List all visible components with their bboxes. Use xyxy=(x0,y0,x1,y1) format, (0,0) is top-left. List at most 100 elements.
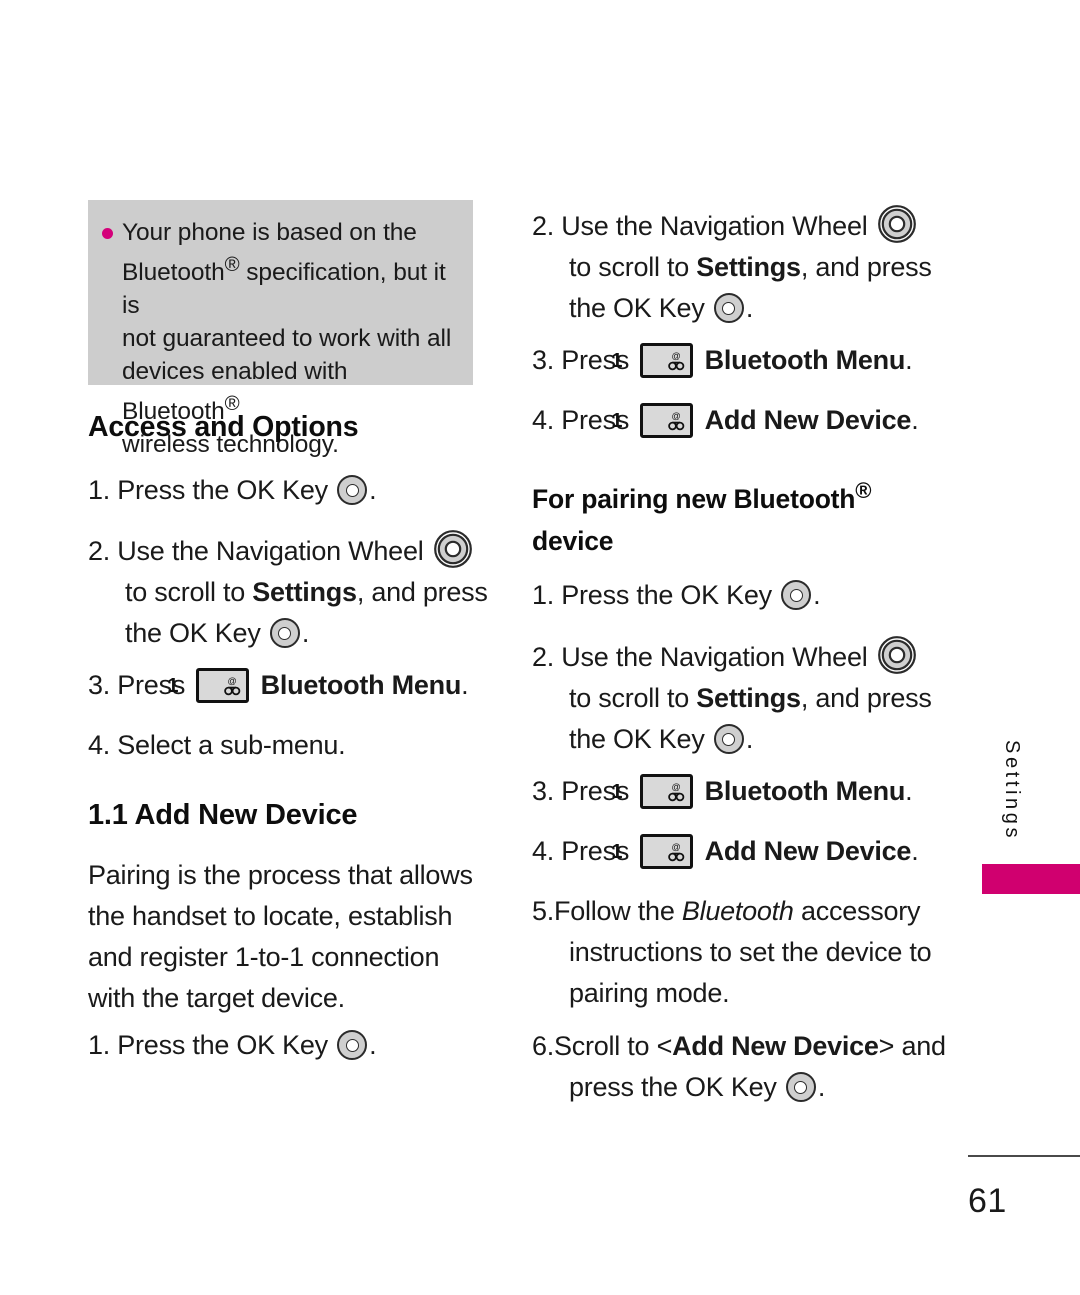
step-period: . xyxy=(301,618,310,648)
ok-key-icon xyxy=(337,1030,368,1060)
step-text-b: to scroll to xyxy=(569,683,697,713)
step-number: 4. xyxy=(532,836,555,866)
right-pairing-step-4: 4. Press 1 @ Add New Device. xyxy=(532,831,969,872)
step-text: Press the OK Key xyxy=(117,1030,328,1060)
step-text: Use the Navigation Wheel xyxy=(117,536,424,566)
ok-key-icon xyxy=(713,724,744,754)
note-line-2a: Bluetooth xyxy=(122,259,225,287)
note-line-1: Your phone is based on the xyxy=(122,219,417,246)
right-pairing-step-5: 5.Follow the Bluetooth accessory instruc… xyxy=(532,891,969,1014)
svg-text:@: @ xyxy=(672,411,681,421)
step-period: . xyxy=(369,475,377,505)
ok-key-icon xyxy=(713,293,744,323)
bluetooth-menu-bold: Bluetooth Menu xyxy=(704,776,906,806)
step-text-b: to scroll to xyxy=(569,252,697,282)
side-tab-settings-label: Settings xyxy=(1001,740,1023,842)
left-step-3: 3. Press 1 @ Bluetooth Menu. xyxy=(88,665,525,706)
heading-access-and-options: Access and Options xyxy=(88,411,359,443)
number-one-key-icon: 1 @ xyxy=(611,774,694,809)
step-period: . xyxy=(369,1030,377,1060)
step-period: . xyxy=(905,776,913,806)
right-pairing-step-1: 1. Press the OK Key . xyxy=(532,575,969,616)
step-number: 4. xyxy=(88,730,111,760)
page-number: 61 xyxy=(968,1182,1007,1220)
step-number: 2. xyxy=(88,536,111,566)
svg-text:@: @ xyxy=(672,351,681,361)
step-number: 1. xyxy=(88,475,111,505)
left-step-5: 1. Press the OK Key . xyxy=(88,1025,525,1066)
svg-text:@: @ xyxy=(672,842,681,852)
note-line-3: not guaranteed to work with all xyxy=(122,325,452,353)
step-text-cont: to scroll to Settings, and press the OK … xyxy=(569,252,932,323)
footer-divider xyxy=(968,1155,1080,1157)
heading-line-1: For pairing new Bluetooth xyxy=(532,483,856,514)
step-number: 2. xyxy=(532,211,555,241)
step-text-a: Follow the xyxy=(554,896,682,926)
number-one-key-icon: 1 @ xyxy=(167,668,250,703)
step-period: . xyxy=(745,293,754,323)
paragraph-pairing: Pairing is the process that allows the h… xyxy=(88,860,473,1013)
step-text-a: Scroll to < xyxy=(554,1031,673,1061)
step-number: 3. xyxy=(88,670,111,700)
step-text: Use the Navigation Wheel xyxy=(561,642,868,672)
step-text-b: to scroll to xyxy=(125,577,253,607)
bluetooth-italic: Bluetooth xyxy=(681,896,794,926)
right-pairing-step-6: 6.Scroll to <Add New Device> and press t… xyxy=(532,1026,969,1108)
right-step-4: 4. Press 1 @ Add New Device. xyxy=(532,400,969,441)
number-one-key-icon: 1 @ xyxy=(611,403,694,438)
step-text: Use the Navigation Wheel xyxy=(561,211,868,241)
registered-mark: ® xyxy=(224,254,240,276)
step-text: Press the OK Key xyxy=(561,580,772,610)
settings-bold: Settings xyxy=(696,683,801,713)
right-pairing-step-2: 2. Use the Navigation Wheel to scroll to… xyxy=(532,634,969,760)
add-new-device-bold: Add New Device xyxy=(704,836,912,866)
svg-text:@: @ xyxy=(672,782,681,792)
heading-for-pairing-new-bluetooth-device: For pairing new Bluetooth® device xyxy=(532,470,932,562)
step-period: . xyxy=(745,724,754,754)
ok-key-icon xyxy=(785,1072,816,1102)
side-tab-bar xyxy=(982,864,1080,894)
note-box: Your phone is based on the Bluetooth® sp… xyxy=(88,200,473,458)
bluetooth-menu-bold: Bluetooth Menu xyxy=(704,345,906,375)
step-text: Select a sub-menu. xyxy=(117,730,346,760)
ok-key-icon xyxy=(337,475,368,505)
right-step-3: 3. Press 1 @ Bluetooth Menu. xyxy=(532,340,969,381)
bluetooth-menu-bold: Bluetooth Menu xyxy=(260,670,462,700)
bullet-icon xyxy=(102,228,113,239)
manual-page: Your phone is based on the Bluetooth® sp… xyxy=(0,0,1080,1295)
right-step-2: 2. Use the Navigation Wheel to scroll to… xyxy=(532,203,969,329)
add-new-device-bold: Add New Device xyxy=(704,405,912,435)
step-number: 1. xyxy=(532,580,555,610)
ok-key-icon xyxy=(781,580,812,610)
step-number: 3. xyxy=(532,345,555,375)
navigation-wheel-icon xyxy=(876,634,918,676)
number-one-key-icon: 1 @ xyxy=(611,834,694,869)
add-new-device-bold: Add New Device xyxy=(672,1031,879,1061)
step-period: . xyxy=(911,836,919,866)
left-step-1: 1. Press the OK Key . xyxy=(88,470,520,511)
settings-bold: Settings xyxy=(696,252,801,282)
heading-add-new-device: 1.1 Add New Device xyxy=(88,799,358,831)
step-period: . xyxy=(461,670,469,700)
step-text-cont: to scroll to Settings, and press the OK … xyxy=(569,683,932,754)
step-number: 1. xyxy=(88,1030,111,1060)
step-period: . xyxy=(911,405,919,435)
step-number: 3. xyxy=(532,776,555,806)
heading-line-2: device xyxy=(532,525,614,556)
right-pairing-step-3: 3. Press 1 @ Bluetooth Menu. xyxy=(532,771,969,812)
step-number: 4. xyxy=(532,405,555,435)
step-period: . xyxy=(813,580,821,610)
step-text-cont: to scroll to Settings, and press the OK … xyxy=(125,577,488,648)
left-step-2: 2. Use the Navigation Wheel to scroll to… xyxy=(88,528,525,654)
navigation-wheel-icon xyxy=(876,203,918,245)
step-number: 6. xyxy=(532,1031,555,1061)
left-step-4: 4. Select a sub-menu. xyxy=(88,725,525,766)
registered-mark: ® xyxy=(855,478,872,503)
number-one-key-icon: 1 @ xyxy=(611,343,694,378)
step-period: . xyxy=(817,1072,826,1102)
svg-text:@: @ xyxy=(228,676,237,686)
ok-key-icon xyxy=(269,618,300,648)
step-text: Press the OK Key xyxy=(117,475,328,505)
step-number: 2. xyxy=(532,642,555,672)
navigation-wheel-icon xyxy=(432,528,474,570)
